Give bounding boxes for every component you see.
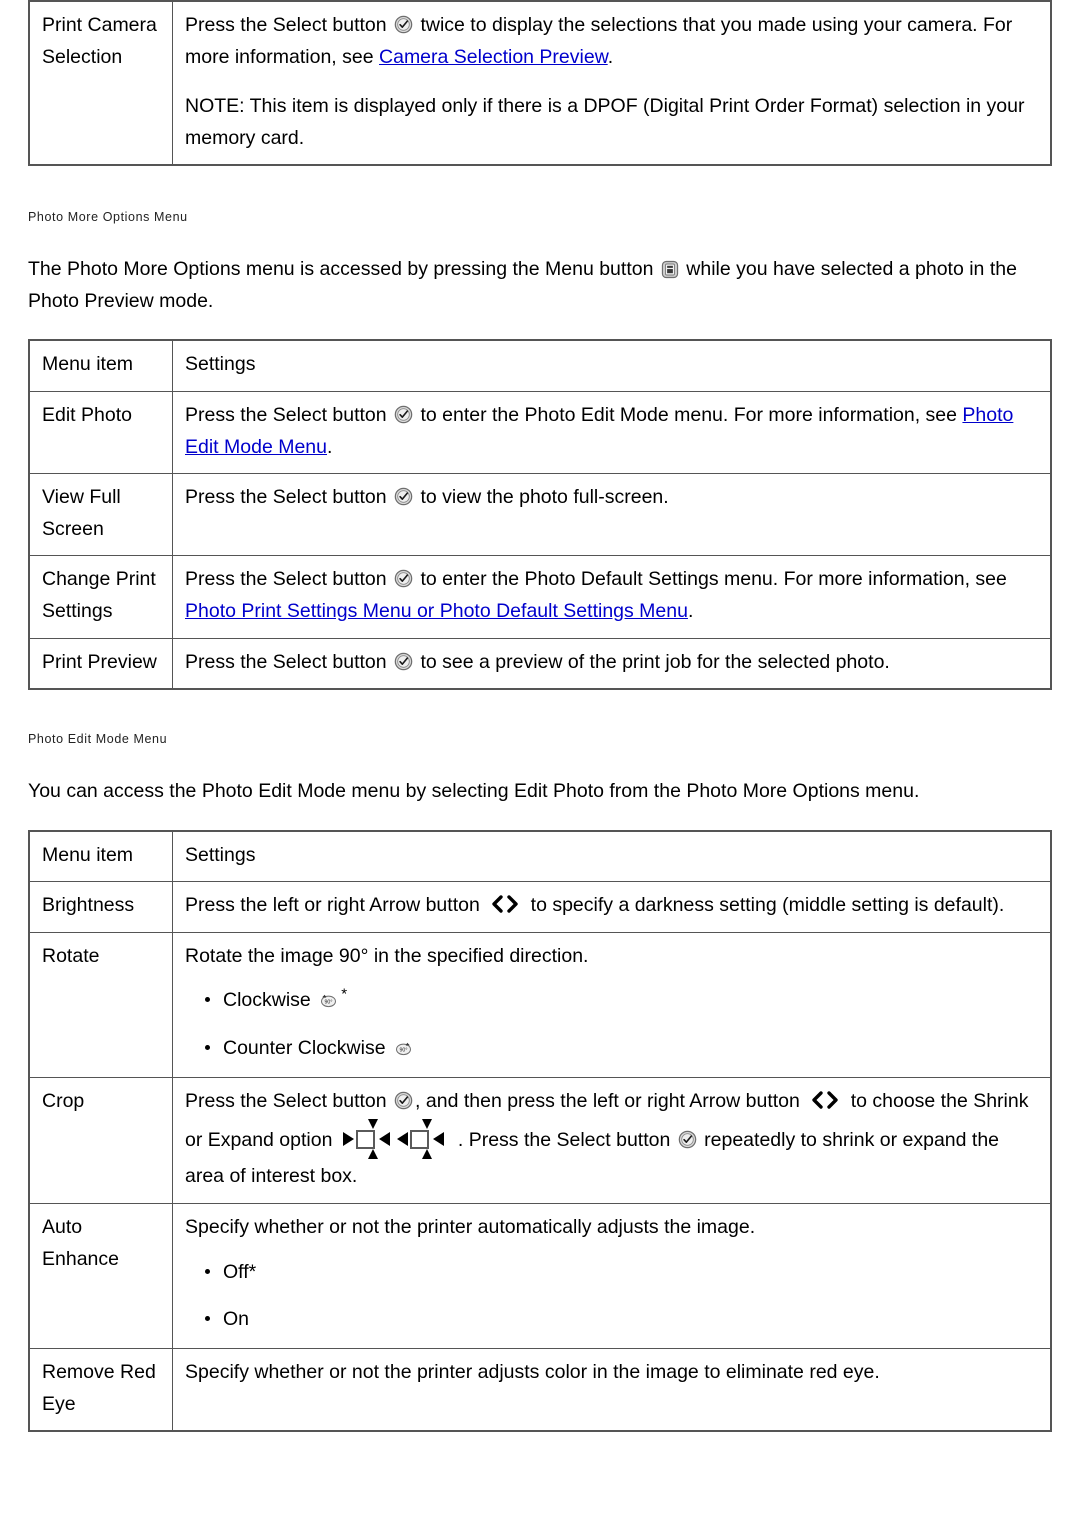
text-before-icon: Press the Select button <box>185 650 393 673</box>
list-item: Off* <box>205 1258 1040 1287</box>
crop-text-1: Press the Select button <box>185 1089 393 1112</box>
row-settings-cell: Specify whether or not the printer adjus… <box>172 1348 1052 1432</box>
crop-text-4: . Press the Select button <box>457 1129 676 1152</box>
row-settings-cell: Press the Select button to view the phot… <box>172 473 1052 557</box>
select-button-icon <box>678 1130 697 1149</box>
text-trailing: . <box>607 45 614 68</box>
text-before-icon: Press the Select button <box>185 568 393 591</box>
row-key-cell: Print Camera Selection <box>28 0 173 166</box>
left-right-arrow-icon <box>488 894 522 914</box>
intro-paragraph-photo-edit-mode: You can access the Photo Edit Mode menu … <box>28 780 920 803</box>
text-before-icon: Press the Select button <box>185 486 393 509</box>
text-after-icon: to enter the Photo Edit Mode menu. For m… <box>415 404 963 427</box>
table-row: View Full Screen Press the Select button… <box>28 473 1052 557</box>
list-item: Clockwise 90° * <box>205 985 1040 1015</box>
list-item: On <box>205 1305 1040 1334</box>
table-row: Remove Red Eye Specify whether or not th… <box>28 1348 1052 1432</box>
table-row: Auto Enhance Specify whether or not the … <box>28 1203 1052 1350</box>
table-row: Brightness Press the left or right Arrow… <box>28 881 1052 933</box>
column-header-menu-item: Menu item <box>28 339 173 393</box>
svg-text:90°: 90° <box>400 1047 408 1053</box>
table-row: Print Camera Selection Press the Select … <box>28 0 1052 166</box>
crop-text-2: , and then press the left or right Arrow… <box>415 1089 806 1112</box>
select-button-icon <box>394 1091 413 1110</box>
text-after-icon: to enter the Photo Default Settings menu… <box>415 568 1007 591</box>
link-photo-print-settings-menu[interactable]: Photo Print Settings Menu or Photo Defau… <box>185 600 688 622</box>
text-before-icon: Press the Select button <box>185 14 393 36</box>
svg-text:90°: 90° <box>325 1000 333 1006</box>
row-key-cell: Remove Red Eye <box>28 1348 173 1432</box>
select-button-icon <box>394 405 413 424</box>
row-settings-cell: Rotate the image 90° in the specified di… <box>172 931 1052 1078</box>
row-settings-cell: Press the Select button to enter the Pho… <box>172 391 1052 475</box>
column-header-menu-item: Menu item <box>28 830 173 883</box>
row-settings-cell: Press the left or right Arrow button to … <box>172 881 1052 933</box>
rotate-intro-text: Rotate the image 90° in the specified di… <box>185 944 589 967</box>
row-settings-cell: Press the Select button , and then press… <box>172 1076 1052 1205</box>
column-header-settings: Settings <box>172 339 1052 393</box>
table-header-row: Menu item Settings <box>28 830 1052 883</box>
row-key-cell: Rotate <box>28 931 173 1078</box>
row-settings-cell: Press the Select button twice to display… <box>172 0 1052 166</box>
table-row: Edit Photo Press the Select button to en… <box>28 391 1052 475</box>
photo-more-options-table: Menu item Settings Edit Photo Press the … <box>28 339 1052 691</box>
option-label: Counter Clockwise <box>223 1036 391 1059</box>
rotate-option-list: Clockwise 90° * Counter Clockwise 90° <box>185 986 1040 1063</box>
row-key-label: Print Camera Selection <box>42 14 157 68</box>
text-trailing: . <box>687 599 694 622</box>
section-heading-photo-more-options: Photo More Options Menu <box>28 210 188 225</box>
table-row: Change Print Settings Press the Select b… <box>28 555 1052 639</box>
select-button-icon <box>394 15 413 34</box>
row-key-cell: Brightness <box>28 881 173 933</box>
footnote-star: * <box>341 985 348 1003</box>
row-key-cell: Print Preview <box>28 637 173 690</box>
cell-paragraph: Press the Select button twice to display… <box>185 10 1040 73</box>
row-key-cell: Crop <box>28 1076 173 1205</box>
intro-paragraph-photo-more-options: The Photo More Options menu is accessed … <box>28 254 1052 317</box>
row-settings-cell: Specify whether or not the printer autom… <box>172 1203 1052 1350</box>
row-key-cell: View Full Screen <box>28 473 173 557</box>
menu-button-icon <box>661 260 679 279</box>
select-button-icon <box>394 569 413 588</box>
section-heading-photo-edit-mode: Photo Edit Mode Menu <box>28 732 168 747</box>
table-row: Crop Press the Select button , and then … <box>28 1076 1052 1205</box>
option-label: Clockwise <box>223 989 317 1012</box>
intro-text-before-icon: The Photo More Options menu is accessed … <box>28 258 659 281</box>
link-camera-selection-preview[interactable]: Camera Selection Preview <box>379 46 608 68</box>
rotate-counter-clockwise-icon: 90° <box>393 1040 414 1057</box>
document-page: Print Camera Selection Press the Select … <box>0 0 1080 1528</box>
shrink-expand-icon <box>340 1117 456 1161</box>
text-after-icon: to specify a darkness setting (middle se… <box>525 894 1005 917</box>
text-after-icon: to view the photo full-screen. <box>415 486 669 509</box>
print-camera-selection-table: Print Camera Selection Press the Select … <box>28 0 1052 167</box>
rotate-clockwise-icon: 90° <box>318 992 339 1009</box>
column-header-settings: Settings <box>172 830 1052 883</box>
auto-enhance-option-list: Off* On <box>185 1258 1040 1335</box>
text-before-icon: Press the left or right Arrow button <box>185 894 486 917</box>
row-settings-cell: Press the Select button to see a preview… <box>172 637 1052 690</box>
row-settings-cell: Press the Select button to enter the Pho… <box>172 555 1052 639</box>
auto-enhance-intro-text: Specify whether or not the printer autom… <box>185 1216 756 1239</box>
table-header-row: Menu item Settings <box>28 339 1052 393</box>
list-item: Counter Clockwise 90° <box>205 1034 1040 1063</box>
text-after-icon: to see a preview of the print job for th… <box>415 650 890 673</box>
row-key-cell: Change Print Settings <box>28 555 173 639</box>
select-button-icon <box>394 652 413 671</box>
table-row: Rotate Rotate the image 90° in the speci… <box>28 931 1052 1078</box>
table-row: Print Preview Press the Select button to… <box>28 637 1052 690</box>
left-right-arrow-icon <box>808 1090 842 1110</box>
row-key-cell: Auto Enhance <box>28 1203 173 1350</box>
text-trailing: . <box>327 435 333 458</box>
row-key-cell: Edit Photo <box>28 391 173 475</box>
text-before-icon: Press the Select button <box>185 404 393 427</box>
select-button-icon <box>394 487 413 506</box>
photo-edit-mode-table: Menu item Settings Brightness Press the … <box>28 829 1052 1433</box>
cell-note-paragraph: NOTE: This item is displayed only if the… <box>185 95 1025 149</box>
